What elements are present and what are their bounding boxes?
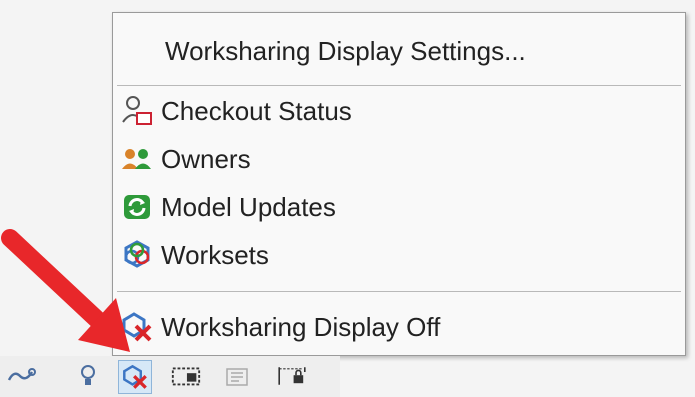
menu-separator [117, 291, 681, 292]
owners-icon [119, 141, 155, 177]
viewport-icon[interactable] [170, 360, 202, 392]
status-bar [0, 356, 340, 397]
menu-item-label: Owners [161, 143, 251, 174]
menu-item-label: Worksets [161, 239, 269, 270]
menu-item-label: Worksharing Display Settings... [165, 35, 526, 66]
menu-item-worksets[interactable]: Worksets [113, 235, 685, 275]
worksets-icon [119, 237, 155, 273]
design-options-icon[interactable] [222, 360, 254, 392]
worksharing-display-menu: Worksharing Display Settings... Checkout… [112, 12, 686, 356]
menu-item-owners[interactable]: Owners [113, 139, 685, 179]
menu-item-label: Checkout Status [161, 95, 352, 126]
menu-item-checkout-status[interactable]: Checkout Status [113, 91, 685, 131]
menu-item-worksharing-display-settings[interactable]: Worksharing Display Settings... [113, 31, 685, 71]
model-updates-icon [119, 189, 155, 225]
menu-item-model-updates[interactable]: Model Updates [113, 187, 685, 227]
checkout-status-icon [119, 93, 155, 129]
worksharing-display-off-icon [119, 309, 155, 345]
menu-item-label: Worksharing Display Off [161, 311, 441, 342]
worksharing-display-off-icon[interactable] [118, 360, 152, 394]
menu-item-worksharing-display-off[interactable]: Worksharing Display Off [113, 307, 685, 347]
menu-item-label: Model Updates [161, 191, 336, 222]
link-icon[interactable] [6, 360, 38, 392]
lock-icon[interactable] [276, 360, 308, 392]
menu-separator [117, 85, 681, 86]
lightbulb-icon[interactable] [72, 360, 104, 392]
